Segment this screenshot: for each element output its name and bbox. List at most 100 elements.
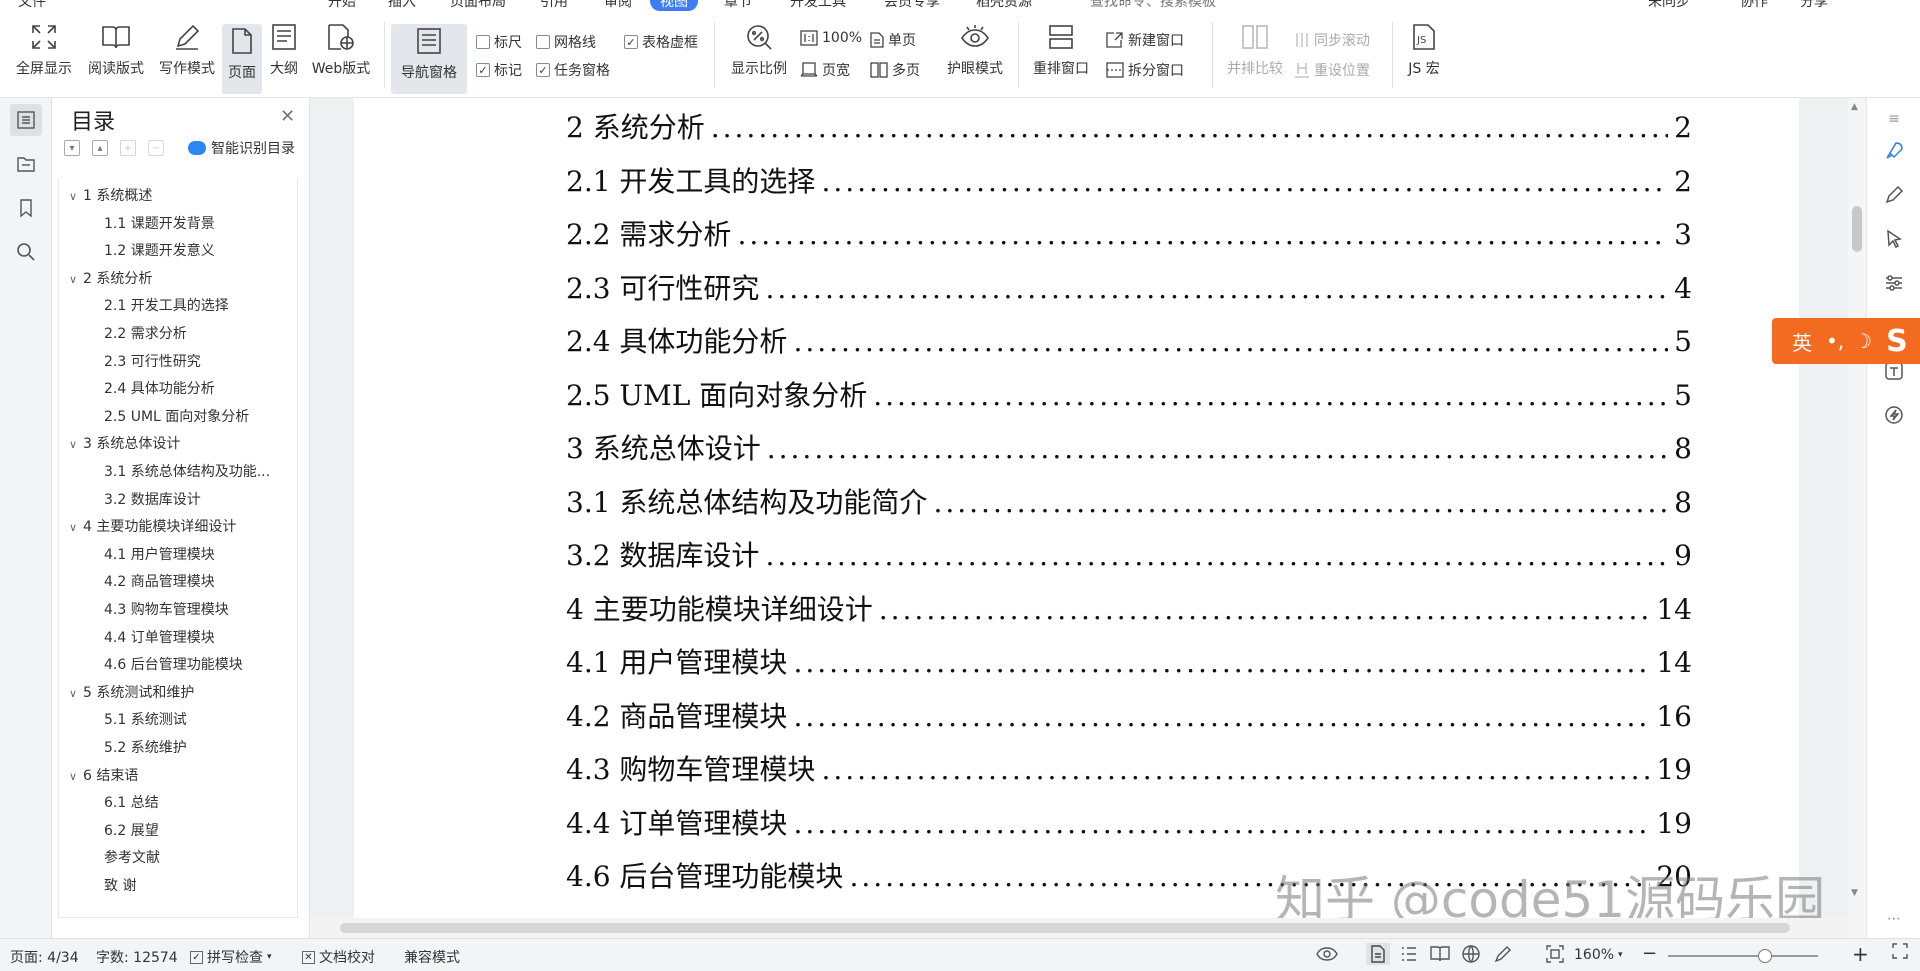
doc-toc-line[interactable]: 2 系统分析 2	[566, 98, 1692, 144]
horizontal-scroll-thumb[interactable]	[340, 923, 1790, 933]
toc-item[interactable]: 5.1 系统测试	[104, 709, 294, 729]
vertical-scroll-thumb[interactable]	[1852, 206, 1862, 252]
multi-page-button[interactable]: 多页	[870, 60, 920, 80]
split-window-button[interactable]: 拆分窗口	[1106, 60, 1184, 80]
page-count[interactable]: 页面: 4/34	[10, 947, 79, 967]
chapter-nav-button[interactable]	[10, 148, 42, 180]
zoom-slider-track[interactable]	[1668, 955, 1818, 957]
mark-checkbox[interactable]: ✓ 标记	[476, 60, 522, 80]
doc-toc-line[interactable]: 3.1 系统总体结构及功能简介 8	[566, 465, 1692, 519]
sync-status[interactable]: 未同步	[1648, 0, 1690, 11]
document-page[interactable]: 2 系统分析22.1 开发工具的选择22.2 需求分析32.3 可行性研究42.…	[354, 98, 1799, 938]
page-view-button[interactable]: 页面	[222, 24, 262, 94]
vertical-scrollbar[interactable]: ▲ ▼	[1848, 98, 1866, 938]
side-by-side-button[interactable]: 并排比较	[1220, 22, 1290, 78]
web-view-button[interactable]: Web版式	[308, 22, 374, 78]
menu-home[interactable]: 开始	[328, 0, 356, 11]
rocket-icon[interactable]	[1881, 138, 1907, 164]
toc-pane-button[interactable]	[10, 104, 42, 136]
reset-position-button[interactable]: 重设位置	[1294, 60, 1370, 80]
doc-toc-line[interactable]: 4 主要功能模块详细设计 14	[566, 572, 1692, 626]
edit-pen-icon[interactable]	[1881, 182, 1907, 208]
menu-member[interactable]: 会员专享	[884, 0, 940, 11]
doc-toc-line[interactable]: 2.4 具体功能分析 5	[566, 304, 1692, 358]
web-view-icon[interactable]	[1462, 945, 1480, 963]
single-page-button[interactable]: 单页	[870, 30, 916, 50]
toc-item[interactable]: ∨ 6 结束语	[69, 765, 294, 785]
moon-icon[interactable]: ☽	[1854, 329, 1872, 353]
show-ratio-button[interactable]: 显示比例	[724, 22, 794, 78]
table-gridlines-checkbox[interactable]: ✓ 表格虚框	[624, 32, 698, 52]
toc-item[interactable]: 1.2 课题开发意义	[104, 240, 294, 260]
toc-item[interactable]: 6.1 总结	[104, 792, 294, 812]
scroll-down-icon[interactable]: ▼	[1851, 888, 1858, 898]
menu-review[interactable]: 审阅	[604, 0, 632, 11]
fit-page-icon[interactable]	[1546, 945, 1564, 963]
reading-mode-button[interactable]: 阅读版式	[84, 22, 148, 78]
outline-view-button[interactable]: 大纲	[266, 22, 302, 78]
doc-toc-line[interactable]: 2.3 可行性研究 4	[566, 251, 1692, 305]
compass-icon[interactable]	[1881, 402, 1907, 428]
sync-scroll-button[interactable]: 同步滚动	[1294, 30, 1370, 50]
outline-view-icon[interactable]	[1400, 945, 1418, 963]
find-button[interactable]	[10, 236, 42, 268]
menu-layout[interactable]: 页面布局	[450, 0, 506, 11]
eye-protection-button[interactable]: 护眼模式	[940, 22, 1010, 78]
rearrange-window-button[interactable]: 重排窗口	[1026, 22, 1096, 78]
chevron-down-icon[interactable]: ∨	[69, 438, 83, 451]
ruler-checkbox[interactable]: 标尺	[476, 32, 522, 52]
writing-mode-button[interactable]: 写作模式	[155, 22, 219, 78]
menu-insert[interactable]: 插入	[388, 0, 416, 11]
share-button[interactable]: 分享	[1800, 0, 1828, 11]
toc-item[interactable]: ∨ 4 主要功能模块详细设计	[69, 516, 294, 536]
toc-item[interactable]: 4.2 商品管理模块	[104, 571, 294, 591]
remove-heading-icon[interactable]: −	[148, 140, 164, 156]
toc-item[interactable]: 2.1 开发工具的选择	[104, 295, 294, 315]
close-icon[interactable]: ✕	[280, 106, 295, 127]
word-count[interactable]: 字数: 12574	[96, 947, 178, 967]
doc-toc-line[interactable]: 2.2 需求分析 3	[566, 197, 1692, 251]
toc-item[interactable]: 2.2 需求分析	[104, 323, 294, 343]
toc-item[interactable]: 3.1 系统总体结构及功能...	[104, 461, 294, 481]
doc-toc-line[interactable]: 4.4 订单管理模块 19	[566, 786, 1692, 840]
punctuation-icon[interactable]: •,	[1826, 329, 1844, 353]
menu-chapter[interactable]: 章节	[724, 0, 752, 11]
toc-item[interactable]: 3.2 数据库设计	[104, 489, 294, 509]
bookmark-button[interactable]	[10, 192, 42, 224]
toc-item[interactable]: 1.1 课题开发背景	[104, 213, 294, 233]
menu-view[interactable]: 视图	[650, 0, 698, 11]
doc-toc-line[interactable]: 4.2 商品管理模块 16	[566, 679, 1692, 733]
toc-item[interactable]: 2.5 UML 面向对象分析	[104, 406, 294, 426]
doc-toc-line[interactable]: 3 系统总体设计 8	[566, 411, 1692, 465]
toc-item[interactable]: 致 谢	[104, 875, 294, 895]
command-search[interactable]: 查找命令、搜索模板	[1090, 0, 1216, 11]
smart-toc-button[interactable]: 智能识别目录	[188, 138, 295, 158]
chevron-down-icon[interactable]: ∨	[69, 273, 83, 286]
doc-toc-line[interactable]: 2.5 UML 面向对象分析 5	[566, 358, 1692, 412]
doc-toc-line[interactable]: 4.1 用户管理模块 14	[566, 625, 1692, 679]
chevron-down-icon[interactable]: ∨	[69, 190, 83, 203]
doc-toc-line[interactable]: 4.3 购物车管理模块 19	[566, 732, 1692, 786]
toc-item[interactable]: ∨ 5 系统测试和维护	[69, 682, 294, 702]
toc-item[interactable]: 参考文献	[104, 847, 294, 867]
collaborate-button[interactable]: 协作	[1740, 0, 1768, 11]
horizontal-scrollbar[interactable]	[310, 918, 1848, 938]
zoom-slider-thumb[interactable]	[1758, 949, 1772, 963]
scroll-up-icon[interactable]: ▲	[1851, 102, 1858, 112]
chevron-down-icon[interactable]: ∨	[69, 770, 83, 783]
fullscreen-icon[interactable]	[1892, 943, 1908, 959]
collapse-icon[interactable]: ▾	[64, 140, 80, 156]
select-pointer-icon[interactable]	[1881, 226, 1907, 252]
menu-developer[interactable]: 开发工具	[790, 0, 846, 11]
zoom-level[interactable]: 160% ▾	[1574, 947, 1623, 963]
more-icon[interactable]: ⋯	[1881, 906, 1907, 932]
menu-docer[interactable]: 稻壳资源	[976, 0, 1032, 11]
page-width-button[interactable]: 页宽	[800, 60, 850, 80]
fullscreen-button[interactable]: 全屏显示	[12, 22, 76, 78]
task-pane-checkbox[interactable]: ✓ 任务窗格	[536, 60, 610, 80]
toc-item[interactable]: 2.4 具体功能分析	[104, 378, 294, 398]
toc-item[interactable]: 5.2 系统维护	[104, 737, 294, 757]
toc-item[interactable]: 4.6 后台管理功能模块	[104, 654, 294, 674]
toc-item[interactable]: 2.3 可行性研究	[104, 351, 294, 371]
toc-item[interactable]: 4.4 订单管理模块	[104, 627, 294, 647]
